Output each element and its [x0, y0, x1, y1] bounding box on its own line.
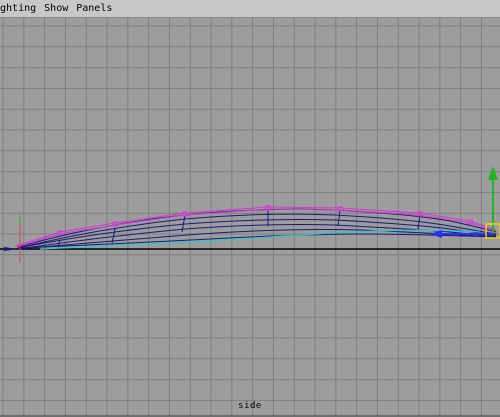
menu-show[interactable]: Show	[44, 0, 68, 18]
side-viewport[interactable]: side	[0, 18, 500, 417]
move-manipulator-icon[interactable]	[430, 166, 500, 239]
origin-axis-icon	[4, 214, 21, 263]
viewport-camera-label: side	[238, 401, 262, 411]
manipulator-y-arrowhead[interactable]	[488, 166, 498, 180]
menu-panels[interactable]: Panels	[76, 0, 112, 18]
viewport-canvas[interactable]	[0, 18, 500, 417]
maya-side-viewport-window: ighting Show Panels	[0, 0, 500, 417]
panel-menubar: ighting Show Panels	[0, 0, 500, 18]
menu-lighting[interactable]: ighting	[0, 0, 36, 18]
